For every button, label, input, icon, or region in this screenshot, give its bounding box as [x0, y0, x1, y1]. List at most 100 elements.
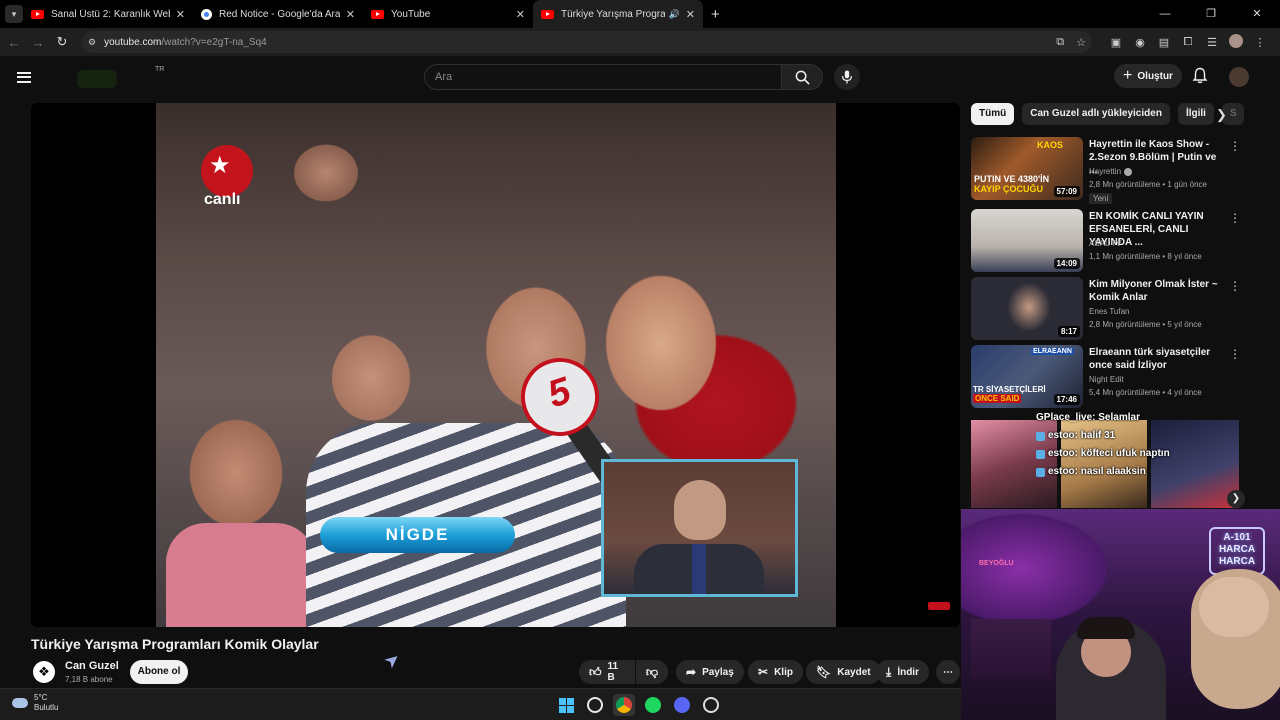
browser-tab[interactable]: Red Notice - Google'da Ara ✕: [193, 0, 363, 28]
dislike-button[interactable]: 👎︎: [636, 660, 668, 684]
recommendation-meta: 5,4 Mn görüntüleme • 4 yıl önce: [1089, 388, 1202, 397]
windows-start-icon[interactable]: [555, 694, 577, 716]
like-button[interactable]: 👍︎ 11 B: [579, 660, 635, 684]
picture-in-picture-inset: [601, 459, 798, 597]
url-bar[interactable]: ⚙ youtube.com /watch?v=e2gT-na_Sq4 ⧉ ☆: [82, 31, 1092, 53]
save-button[interactable]: 🔖︎ Kaydet: [806, 660, 881, 684]
recommendation-item[interactable]: 14:09 EN KOMİK CANLI YAYIN EFSANELERİ, C…: [971, 209, 1251, 273]
chip-related[interactable]: İlgili: [1177, 103, 1214, 125]
tab-title: Türkiye Yarışma Programları: [561, 8, 665, 20]
recommendation-item[interactable]: KAOS PUTIN VE 4380'İN KAYIP ÇOCUĞU 57:09…: [971, 137, 1251, 204]
reload-icon[interactable]: ↻: [50, 34, 74, 50]
live-label: canlı: [204, 191, 241, 208]
more-vertical-icon[interactable]: ⋮: [1229, 347, 1241, 361]
video-thumbnail[interactable]: 8:17: [971, 277, 1083, 340]
tab-close-icon[interactable]: ✕: [176, 8, 185, 21]
new-tab-button[interactable]: +: [711, 6, 720, 23]
notifications-bell-icon[interactable]: [1192, 67, 1208, 89]
discord-icon[interactable]: [671, 694, 693, 716]
clip-button[interactable]: ✂ Klip: [748, 660, 803, 684]
plus-icon: +: [1123, 67, 1133, 84]
browser-menu-icon[interactable]: ⋮: [1248, 36, 1272, 49]
chat-message: estoo: halif 31: [1036, 427, 1170, 445]
channel-5-logo: ★: [201, 145, 253, 197]
forward-arrow-icon[interactable]: →: [26, 35, 50, 50]
puzzle-extensions-icon[interactable]: ⧠: [1176, 36, 1200, 49]
recommendation-item[interactable]: ELRAEANN TR SİYASETÇİLERİ ONCE SAID 17:4…: [971, 345, 1251, 409]
recommendation-item[interactable]: 8:17 Kim Milyoner Olmak İster ~ Komik An…: [971, 277, 1251, 341]
recommendation-title[interactable]: Elraeann türk siyasetçiler once said İzl…: [1089, 346, 1219, 372]
recommendation-meta: 1,1 Mn görüntüleme • 8 yıl önce: [1089, 252, 1202, 261]
video-player[interactable]: ★ canlı NİGDE: [31, 103, 960, 627]
browser-tab[interactable]: YouTube ✕: [363, 0, 533, 28]
video-thumbnail[interactable]: ELRAEANN TR SİYASETÇİLERİ ONCE SAID 17:4…: [971, 345, 1083, 408]
chrome-icon[interactable]: [613, 694, 635, 716]
share-button[interactable]: ➦ Paylaş: [676, 660, 744, 684]
chevron-right-icon[interactable]: ❯: [1216, 107, 1227, 123]
hamburger-menu-icon[interactable]: [17, 69, 31, 85]
extension-icon[interactable]: ▣: [1104, 36, 1128, 49]
browser-tab-active[interactable]: Türkiye Yarışma Programları 🔊 ✕: [533, 0, 703, 28]
more-vertical-icon[interactable]: ⋮: [1229, 279, 1241, 293]
chat-message: GPlace_live: Selamlar: [1036, 409, 1170, 427]
browser-tab[interactable]: Sanal Üstü 2: Karanlık Web | Fil ✕: [23, 0, 193, 28]
weather-widget[interactable]: 5°C Bulutlu: [12, 693, 58, 713]
save-label: Kaydet: [837, 666, 871, 678]
more-actions-button[interactable]: ⋯: [936, 660, 960, 684]
create-button[interactable]: + Oluştur: [1114, 64, 1182, 88]
chevron-right-icon[interactable]: ❯: [1227, 490, 1245, 508]
video-thumbnail[interactable]: KAOS PUTIN VE 4380'İN KAYIP ÇOCUĞU 57:09: [971, 137, 1083, 200]
youtube-icon: [371, 9, 384, 19]
chat-badge-icon: [1036, 467, 1045, 477]
whatsapp-icon[interactable]: [584, 694, 606, 716]
tab-close-icon[interactable]: ✕: [516, 8, 525, 21]
site-info-icon[interactable]: ⚙: [88, 37, 96, 48]
recommendation-channel[interactable]: Hayrettin: [1089, 167, 1121, 176]
weather-condition: Bulutlu: [34, 703, 59, 712]
account-avatar[interactable]: [1229, 67, 1249, 87]
download-button[interactable]: ⤓ İndir: [876, 660, 929, 684]
spotify-icon[interactable]: [642, 694, 664, 716]
recommendation-channel[interactable]: ASAL TV: [1089, 239, 1121, 248]
recommendation-meta: 2,8 Mn görüntüleme • 5 yıl önce: [1089, 320, 1202, 329]
tab-close-icon[interactable]: ✕: [346, 8, 355, 21]
steam-icon[interactable]: [700, 694, 722, 716]
open-in-app-icon[interactable]: ⧉: [1056, 36, 1064, 49]
reading-list-icon[interactable]: ☰: [1200, 36, 1224, 49]
subscribe-button[interactable]: Abone ol: [130, 660, 188, 684]
mouse-cursor-icon: ➤: [380, 647, 405, 673]
voice-search-button[interactable]: [834, 64, 860, 90]
tab-search-button[interactable]: ▾: [5, 5, 23, 23]
search-icon: [795, 70, 810, 85]
youtube-logo[interactable]: TR: [55, 62, 164, 92]
more-vertical-icon[interactable]: ⋮: [1229, 211, 1241, 225]
extension-icon[interactable]: ◉: [1128, 36, 1152, 49]
recommendation-channel[interactable]: Night Edit: [1089, 375, 1124, 384]
back-arrow-icon[interactable]: ←: [2, 35, 26, 50]
chat-user: estoo: [1048, 448, 1075, 459]
bookmark-star-icon[interactable]: ☆: [1076, 36, 1086, 49]
recommendation-title[interactable]: Kim Milyoner Olmak İster ~ Komik Anlar: [1089, 278, 1219, 304]
tab-audio-icon[interactable]: 🔊: [669, 9, 680, 20]
tab-title: Red Notice - Google'da Ara: [219, 8, 340, 20]
close-window-icon[interactable]: ✕: [1234, 0, 1280, 28]
temperature: 5°C: [34, 693, 48, 702]
chip-all[interactable]: Tümü: [971, 103, 1015, 125]
search-button[interactable]: [781, 64, 823, 90]
profile-avatar[interactable]: [1224, 33, 1248, 51]
tab-close-icon[interactable]: ✕: [686, 8, 695, 21]
recommendation-channel[interactable]: Enes Tufan: [1089, 307, 1129, 316]
maximize-icon[interactable]: ❐: [1188, 0, 1234, 28]
channel-name[interactable]: Can Guzel: [65, 660, 119, 672]
video-duration: 14:09: [1053, 258, 1080, 269]
channel-avatar[interactable]: ❖: [33, 661, 55, 683]
country-code: TR: [155, 66, 165, 73]
extension-icon[interactable]: ▤: [1152, 36, 1176, 49]
more-vertical-icon[interactable]: ⋮: [1229, 139, 1241, 153]
chip-from-uploader[interactable]: Can Guzel adlı yükleyiciden: [1022, 103, 1170, 125]
minimize-icon[interactable]: —: [1142, 0, 1188, 28]
thumbnail-text: KAYIP ÇOCUĞU: [974, 184, 1044, 194]
video-thumbnail[interactable]: 14:09: [971, 209, 1083, 272]
search-input[interactable]: Ara: [424, 64, 782, 90]
video-title: Türkiye Yarışma Programları Komik Olayla…: [31, 636, 319, 652]
